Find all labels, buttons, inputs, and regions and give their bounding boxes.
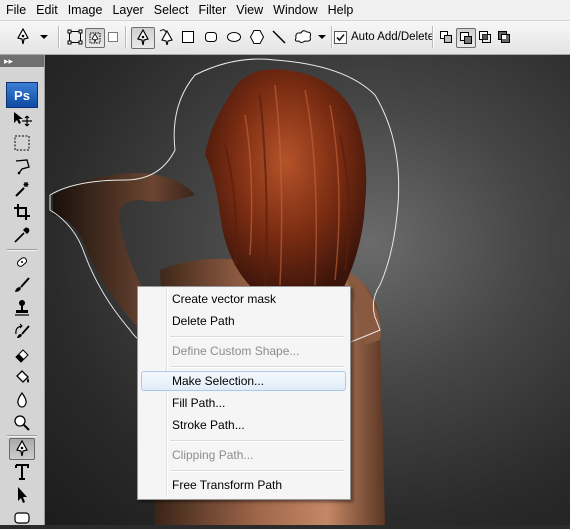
checkbox-icon[interactable]	[334, 30, 347, 44]
toolbox-grip-icon[interactable]: ▸▸	[0, 55, 44, 67]
menu-help[interactable]: Help	[323, 0, 359, 20]
eraser-icon[interactable]	[9, 343, 35, 365]
menu-item-label: Stroke Path...	[172, 418, 245, 432]
pen-tool-option-icon[interactable]	[131, 27, 155, 49]
add-to-path-icon[interactable]	[437, 27, 455, 47]
clone-stamp-icon[interactable]	[9, 297, 35, 319]
menu-view[interactable]: View	[231, 0, 268, 20]
toolbox: ▸▸ Ps	[0, 55, 45, 525]
freeform-pen-icon[interactable]	[157, 27, 177, 47]
options-bar: Auto Add/Delete	[0, 21, 570, 55]
divider	[58, 26, 60, 48]
eyedropper-icon[interactable]	[9, 224, 35, 246]
menu-separator	[170, 470, 344, 472]
menu-window[interactable]: Window	[268, 0, 322, 20]
menu-layer[interactable]: Layer	[107, 0, 148, 20]
menu-item-label: Fill Path...	[172, 396, 226, 410]
marquee-tool-icon[interactable]	[9, 132, 35, 154]
menu-item-label: Make Selection...	[172, 374, 265, 388]
ps-logo: Ps	[6, 82, 38, 108]
brush-tool-icon[interactable]	[9, 274, 35, 296]
subtract-from-path-icon[interactable]	[456, 28, 476, 48]
tool-preset-pen-icon[interactable]	[12, 27, 34, 47]
shape-tool-icon[interactable]	[9, 507, 35, 529]
menu-item-label: Free Transform Path	[172, 478, 283, 492]
menu-edit[interactable]: Edit	[31, 0, 63, 20]
dodge-tool-icon[interactable]	[9, 412, 35, 434]
menu-item-label: Create vector mask	[172, 292, 277, 306]
ellipse-icon[interactable]	[225, 27, 243, 47]
blur-tool-icon[interactable]	[9, 389, 35, 411]
paint-bucket-icon[interactable]	[9, 366, 35, 388]
menu-item-define-custom-shape[interactable]: Define Custom Shape...	[141, 341, 346, 361]
path-selection-icon[interactable]	[9, 484, 35, 506]
custom-shape-icon[interactable]	[292, 27, 314, 47]
paths-icon[interactable]	[85, 28, 105, 48]
divider	[432, 26, 434, 48]
menu-item-stroke-path[interactable]: Stroke Path...	[141, 415, 346, 435]
auto-add-delete-checkbox[interactable]: Auto Add/Delete	[334, 29, 434, 45]
menu-select[interactable]: Select	[149, 0, 194, 20]
menu-item-clipping-path[interactable]: Clipping Path...	[141, 445, 346, 465]
tool-preset-dropdown-icon[interactable]	[38, 27, 50, 47]
rectangle-icon[interactable]	[179, 27, 197, 47]
menu-item-create-vector-mask[interactable]: Create vector mask	[141, 289, 346, 309]
history-brush-icon[interactable]	[9, 320, 35, 342]
menu-image[interactable]: Image	[63, 0, 108, 20]
menu-separator	[170, 440, 344, 442]
auto-add-delete-label: Auto Add/Delete	[351, 31, 435, 43]
healing-brush-icon[interactable]	[9, 251, 35, 273]
exclude-overlap-icon[interactable]	[495, 27, 513, 47]
toolbox-divider	[7, 435, 37, 437]
lasso-tool-icon[interactable]	[9, 155, 35, 177]
divider	[125, 26, 127, 48]
type-tool-icon[interactable]	[9, 461, 35, 483]
menu-item-label: Delete Path	[172, 314, 235, 328]
menu-separator	[170, 336, 344, 338]
polygon-icon[interactable]	[248, 27, 266, 47]
line-icon[interactable]	[270, 27, 288, 47]
menu-separator	[170, 366, 344, 368]
divider	[331, 26, 333, 48]
menu-item-delete-path[interactable]: Delete Path	[141, 311, 346, 331]
pen-tool-icon[interactable]	[9, 438, 35, 460]
fill-pixels-icon[interactable]	[106, 27, 120, 47]
menu-filter[interactable]: Filter	[193, 0, 231, 20]
shape-layers-icon[interactable]	[66, 27, 84, 47]
menu-bar: File Edit Image Layer Select Filter View…	[0, 0, 570, 21]
menu-item-label: Define Custom Shape...	[172, 344, 300, 358]
menu-item-make-selection[interactable]: Make Selection...	[141, 371, 346, 391]
context-menu: Create vector mask Delete Path Define Cu…	[137, 286, 351, 500]
custom-shape-dropdown-icon[interactable]	[316, 27, 328, 47]
rounded-rectangle-icon[interactable]	[202, 27, 220, 47]
menu-item-fill-path[interactable]: Fill Path...	[141, 393, 346, 413]
intersect-path-icon[interactable]	[476, 27, 494, 47]
magic-wand-icon[interactable]	[9, 178, 35, 200]
menu-item-free-transform-path[interactable]: Free Transform Path	[141, 475, 346, 495]
move-tool-icon[interactable]	[9, 109, 35, 131]
crop-tool-icon[interactable]	[9, 201, 35, 223]
menu-item-label: Clipping Path...	[172, 448, 254, 462]
menu-file[interactable]: File	[0, 0, 31, 20]
